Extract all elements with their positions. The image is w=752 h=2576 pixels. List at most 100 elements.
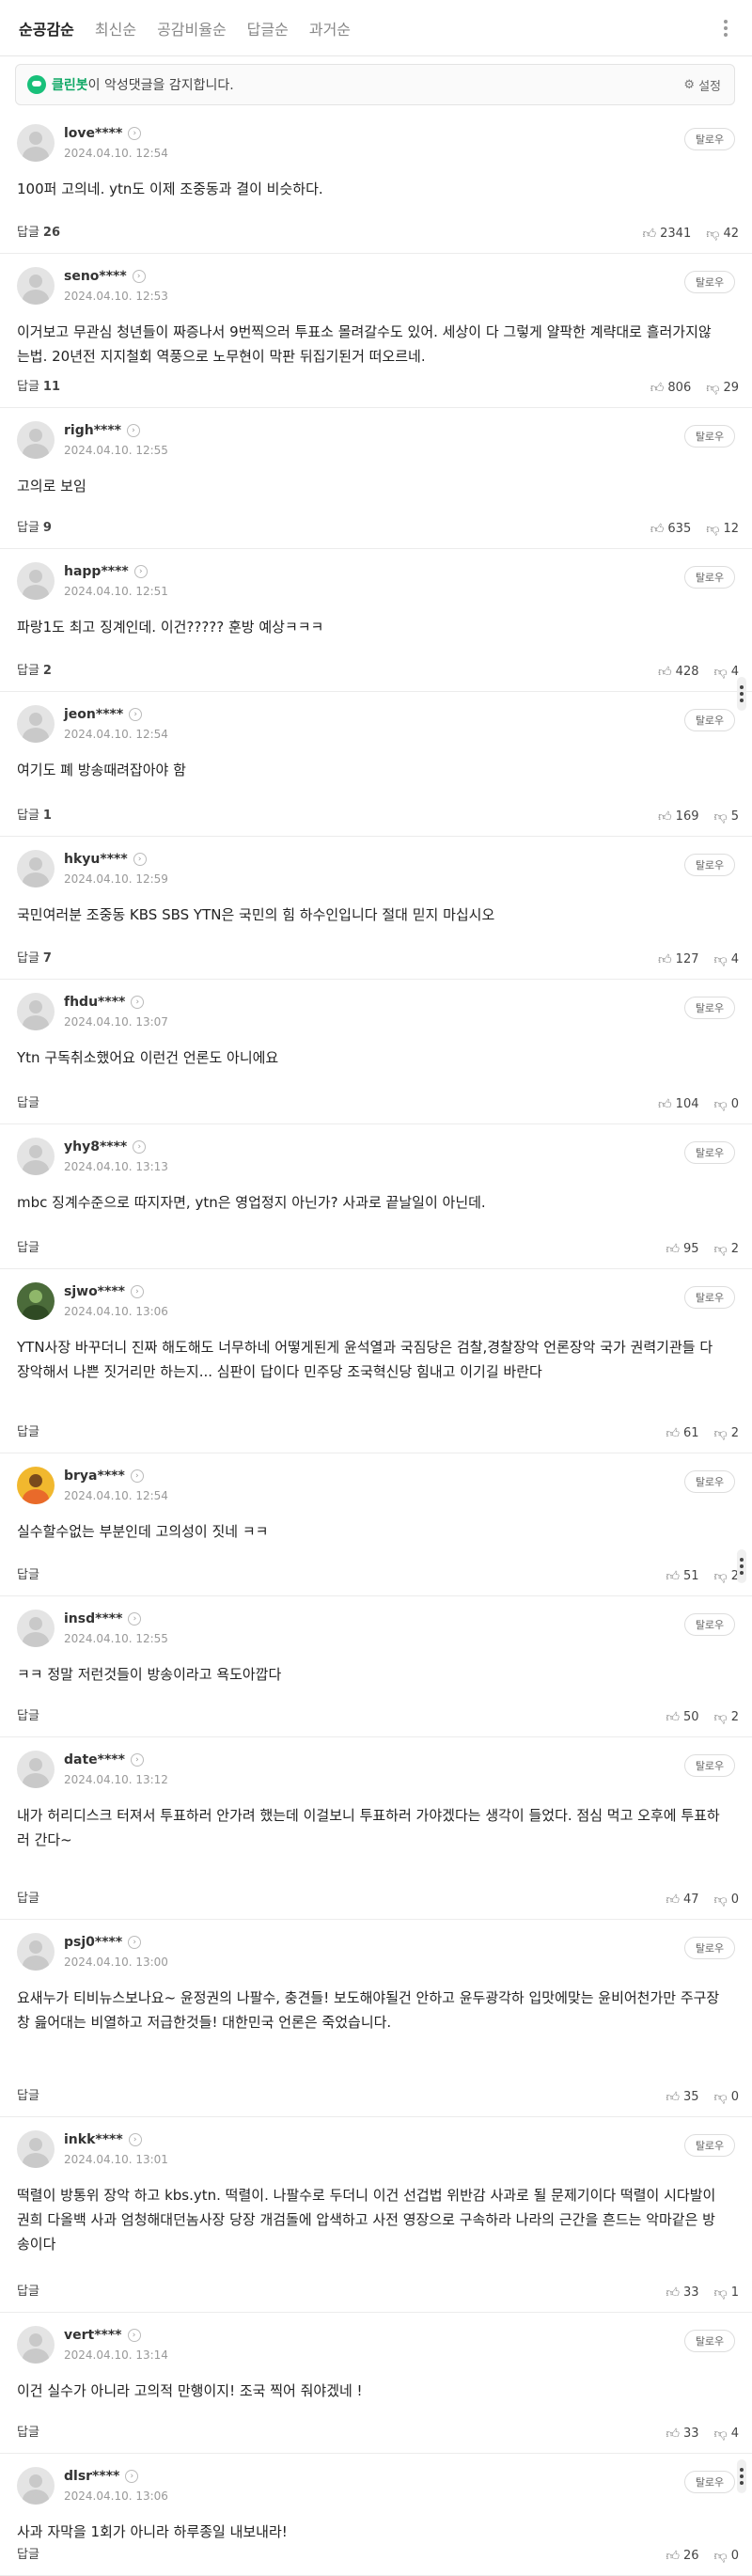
comment-user[interactable]: fhdu**** ›: [64, 995, 145, 1010]
avatar[interactable]: [17, 1610, 55, 1647]
reply-button[interactable]: 답글: [17, 1092, 43, 1110]
like-button[interactable]: 👍︎ 33: [666, 2426, 698, 2442]
like-button[interactable]: 👍︎ 33: [666, 2285, 698, 2301]
comment-user[interactable]: happ**** ›: [64, 564, 148, 579]
reply-button[interactable]: 답글 11: [17, 376, 60, 394]
dislike-button[interactable]: 👎︎ 0: [714, 1096, 740, 1112]
like-button[interactable]: 👍︎ 50: [666, 1709, 698, 1725]
like-button[interactable]: 👍︎ 806: [650, 380, 691, 396]
report-button[interactable]: 탈로우: [684, 1937, 735, 1959]
dislike-button[interactable]: 👎︎ 4: [714, 951, 740, 967]
comment-user[interactable]: seno**** ›: [64, 269, 146, 284]
reply-button[interactable]: 답글: [17, 1564, 43, 1582]
comment-user[interactable]: psj0**** ›: [64, 1935, 142, 1950]
like-button[interactable]: 👍︎ 61: [666, 1425, 698, 1441]
report-button[interactable]: 탈로우: [684, 2134, 735, 2157]
avatar[interactable]: [17, 1467, 55, 1504]
dislike-button[interactable]: 👎︎ 0: [714, 1892, 740, 1908]
comment-user[interactable]: vert**** ›: [64, 2328, 141, 2343]
avatar[interactable]: [17, 421, 55, 459]
dislike-button[interactable]: 👎︎ 5: [714, 809, 740, 825]
sort-tab-replies[interactable]: 답글순: [247, 17, 289, 39]
avatar[interactable]: [17, 1751, 55, 1788]
like-button[interactable]: 👍︎ 2341: [643, 226, 692, 242]
reply-button[interactable]: 답글: [17, 1888, 43, 1906]
like-button[interactable]: 👍︎ 104: [658, 1096, 698, 1112]
report-button[interactable]: 탈로우: [684, 2471, 735, 2493]
cleanbot-setting-button[interactable]: ⚙ 설정: [683, 76, 721, 94]
avatar[interactable]: [17, 850, 55, 887]
report-button[interactable]: 탈로우: [684, 709, 735, 731]
reply-button[interactable]: 답글: [17, 2085, 43, 2103]
avatar[interactable]: [17, 267, 55, 305]
dislike-button[interactable]: 👎︎ 4: [714, 2426, 740, 2442]
like-button[interactable]: 👍︎ 26: [666, 2548, 698, 2564]
reply-button[interactable]: 답글 26: [17, 222, 60, 240]
dislike-button[interactable]: 👎︎ 12: [706, 521, 739, 537]
avatar[interactable]: [17, 705, 55, 743]
like-button[interactable]: 👍︎ 35: [666, 2089, 698, 2105]
report-button[interactable]: 탈로우: [684, 271, 735, 293]
avatar[interactable]: [17, 1282, 55, 1320]
report-button[interactable]: 탈로우: [684, 997, 735, 1019]
dislike-button[interactable]: 👎︎ 2: [714, 1709, 740, 1725]
comment-user[interactable]: dlsr**** ›: [64, 2469, 139, 2484]
avatar[interactable]: [17, 993, 55, 1030]
avatar[interactable]: [17, 562, 55, 600]
reply-button[interactable]: 답글: [17, 1705, 43, 1723]
dislike-button[interactable]: 👎︎ 2: [714, 1425, 740, 1441]
report-button[interactable]: 탈로우: [684, 1141, 735, 1164]
report-button[interactable]: 탈로우: [684, 1470, 735, 1493]
reply-button[interactable]: 답글: [17, 1422, 43, 1439]
avatar[interactable]: [17, 124, 55, 162]
comment-user[interactable]: insd**** ›: [64, 1611, 142, 1626]
comment-user[interactable]: love**** ›: [64, 126, 142, 141]
reply-button[interactable]: 답글: [17, 1237, 43, 1255]
reply-button[interactable]: 답글: [17, 2544, 43, 2562]
reply-button[interactable]: 답글 2: [17, 660, 52, 678]
like-button[interactable]: 👍︎ 51: [666, 1568, 698, 1584]
comment-user[interactable]: hkyu**** ›: [64, 852, 147, 867]
reply-button[interactable]: 답글 9: [17, 517, 52, 535]
scroll-indicator[interactable]: [737, 2459, 746, 2493]
avatar[interactable]: [17, 2130, 55, 2168]
report-button[interactable]: 탈로우: [684, 425, 735, 448]
reply-button[interactable]: 답글 1: [17, 805, 52, 823]
report-button[interactable]: 탈로우: [684, 1613, 735, 1636]
scroll-indicator[interactable]: [737, 1549, 746, 1583]
sort-tab-ratio[interactable]: 공감비율순: [157, 17, 227, 39]
like-button[interactable]: 👍︎ 169: [658, 809, 698, 825]
avatar[interactable]: [17, 1138, 55, 1175]
dislike-button[interactable]: 👎︎ 29: [706, 380, 739, 396]
report-button[interactable]: 탈로우: [684, 1754, 735, 1777]
dislike-button[interactable]: 👎︎ 2: [714, 1241, 740, 1257]
like-button[interactable]: 👍︎ 95: [666, 1241, 698, 1257]
report-button[interactable]: 탈로우: [684, 854, 735, 876]
like-button[interactable]: 👍︎ 127: [658, 951, 698, 967]
comment-user[interactable]: brya**** ›: [64, 1469, 144, 1484]
report-button[interactable]: 탈로우: [684, 2330, 735, 2352]
report-button[interactable]: 탈로우: [684, 566, 735, 589]
comment-user[interactable]: righ**** ›: [64, 423, 140, 438]
dislike-button[interactable]: 👎︎ 0: [714, 2089, 740, 2105]
reply-button[interactable]: 답글: [17, 2422, 43, 2440]
report-button[interactable]: 탈로우: [684, 128, 735, 150]
avatar[interactable]: [17, 1933, 55, 1971]
like-button[interactable]: 👍︎ 635: [650, 521, 691, 537]
more-options-icon[interactable]: [714, 17, 737, 39]
scroll-indicator[interactable]: [737, 677, 746, 711]
dislike-button[interactable]: 👎︎ 0: [714, 2548, 740, 2564]
dislike-button[interactable]: 👎︎ 4: [714, 664, 740, 680]
dislike-button[interactable]: 👎︎ 2: [714, 1568, 740, 1584]
like-button[interactable]: 👍︎ 47: [666, 1892, 698, 1908]
reply-button[interactable]: 답글 7: [17, 948, 52, 966]
comment-user[interactable]: date**** ›: [64, 1752, 144, 1767]
reply-button[interactable]: 답글: [17, 2281, 43, 2299]
dislike-button[interactable]: 👎︎ 42: [706, 226, 739, 242]
comment-user[interactable]: jeon**** ›: [64, 707, 143, 722]
comment-user[interactable]: sjwo**** ›: [64, 1284, 144, 1299]
sort-tab-best[interactable]: 순공감순: [19, 17, 74, 39]
avatar[interactable]: [17, 2326, 55, 2364]
comment-user[interactable]: yhy8**** ›: [64, 1139, 147, 1154]
sort-tab-oldest[interactable]: 과거순: [309, 17, 351, 39]
